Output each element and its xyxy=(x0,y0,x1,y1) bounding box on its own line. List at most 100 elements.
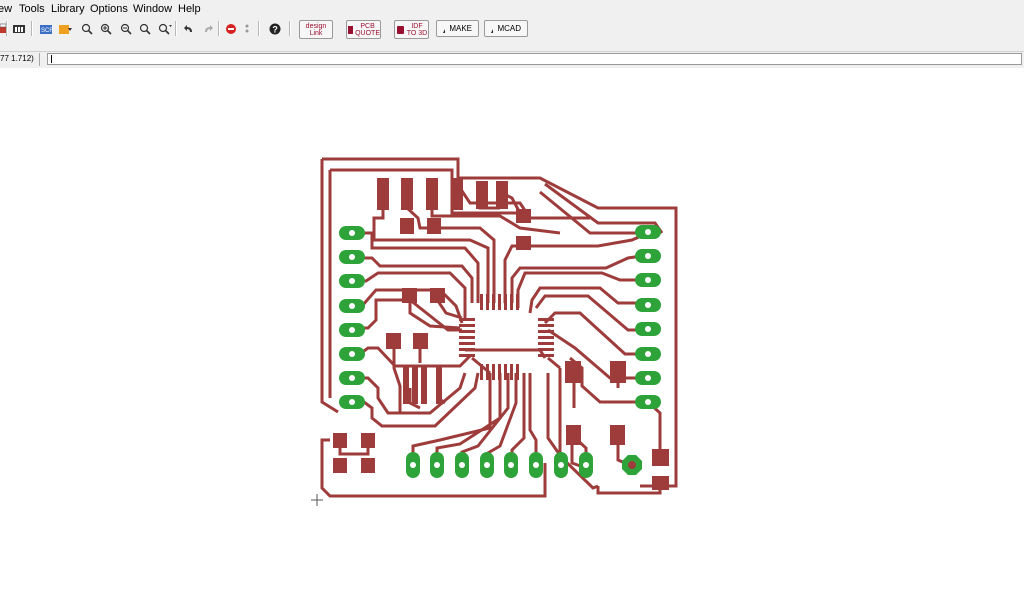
zoom-out-icon[interactable] xyxy=(117,20,134,37)
smd-pad xyxy=(403,366,409,404)
toolbar-separator xyxy=(6,21,8,36)
ic-pin xyxy=(538,348,554,351)
ic-pin xyxy=(459,348,475,351)
script-icon[interactable]: SCR xyxy=(37,20,54,37)
smd-pad xyxy=(496,181,508,209)
svg-text:SCR: SCR xyxy=(41,28,53,34)
menu-options[interactable]: Options xyxy=(90,3,128,15)
menu-view[interactable]: ew xyxy=(0,3,12,15)
smd-pad xyxy=(333,433,347,448)
smd-pad xyxy=(377,178,389,210)
pcb-quote-line1: PCB xyxy=(360,22,375,30)
mcad-button[interactable]: MCAD xyxy=(484,20,528,37)
ic-pin xyxy=(538,354,554,357)
smd-pad xyxy=(401,178,413,210)
smd-pad xyxy=(565,361,581,383)
ic-pin xyxy=(504,364,507,380)
smd-pad xyxy=(413,333,428,349)
toolbar-separator xyxy=(258,21,260,36)
go-icon[interactable] xyxy=(238,20,255,37)
smd-pad xyxy=(610,361,626,383)
menu-window[interactable]: Window xyxy=(133,3,172,15)
ic-pin xyxy=(538,342,554,345)
ic-pin xyxy=(538,336,554,339)
text-caret xyxy=(51,55,52,63)
ic-pin xyxy=(459,354,475,357)
bottom-header-pads xyxy=(406,452,642,478)
coordinate-display: 77 1.712) xyxy=(0,54,34,63)
autodesk-icon xyxy=(491,28,494,33)
ic-pin xyxy=(459,330,475,333)
design-link-button[interactable]: design Link xyxy=(299,20,333,39)
cam-icon[interactable] xyxy=(10,20,27,37)
smd-pad xyxy=(402,288,417,303)
square-pad xyxy=(622,455,642,475)
ic-pin xyxy=(459,336,475,339)
ic-pin xyxy=(538,324,554,327)
ic-pin xyxy=(486,364,489,380)
pcb-quote-icon xyxy=(348,25,354,34)
menu-help[interactable]: Help xyxy=(178,3,201,15)
smd-pad xyxy=(451,178,463,210)
smd-pad xyxy=(386,333,401,349)
ic-pin xyxy=(510,364,513,380)
command-separator xyxy=(39,53,40,66)
pcb-board[interactable] xyxy=(0,68,1024,600)
ic-pin xyxy=(480,294,483,310)
trace-layer xyxy=(320,157,678,498)
menu-library[interactable]: Library xyxy=(51,3,85,15)
zoom-select-icon[interactable] xyxy=(156,20,173,37)
ic-pin xyxy=(459,342,475,345)
ic-pin xyxy=(480,364,483,380)
toolbar-spacer xyxy=(0,39,1024,51)
help-icon[interactable]: ? xyxy=(266,20,283,37)
smd-pad xyxy=(426,178,438,210)
zoom-in-icon[interactable] xyxy=(97,20,114,37)
smd-pad xyxy=(610,425,625,445)
redo-icon[interactable] xyxy=(199,20,216,37)
idf-line1: IDF xyxy=(411,22,423,30)
smd-pad xyxy=(361,458,375,473)
pcb-quote-line2: QUOTE xyxy=(355,29,380,37)
ic-pin xyxy=(510,294,513,310)
make-label: MAKE xyxy=(449,24,472,33)
command-bar: 77 1.712) xyxy=(0,51,1024,69)
smd-pad xyxy=(566,425,581,445)
smd-pad xyxy=(652,449,669,466)
smd-pad xyxy=(421,366,427,404)
ic-pin xyxy=(492,364,495,380)
design-link-line2: Link xyxy=(309,29,323,37)
ic-pin xyxy=(492,294,495,310)
ic-pin xyxy=(538,318,554,321)
menu-bar: ew Tools Library Options Window Help xyxy=(0,0,1024,19)
run-icon[interactable] xyxy=(56,20,73,37)
mcad-label: MCAD xyxy=(497,24,521,33)
smd-pad xyxy=(436,366,442,404)
make-button[interactable]: MAKE xyxy=(436,20,479,37)
pcb-quote-button[interactable]: PCB QUOTE xyxy=(346,20,381,39)
idf-to-3d-button[interactable]: IDF TO 3D xyxy=(394,20,429,39)
zoom-fit-icon[interactable] xyxy=(78,20,95,37)
ic-pin xyxy=(516,364,519,380)
smd-pad xyxy=(516,236,531,250)
smd-pad xyxy=(427,218,441,234)
toolbar-separator xyxy=(218,21,220,36)
smd-pad xyxy=(361,433,375,448)
smd-pad xyxy=(430,288,445,303)
command-input[interactable] xyxy=(47,53,1022,65)
idf-line2: TO 3D xyxy=(406,29,428,37)
ic-pin xyxy=(486,294,489,310)
left-header-pads xyxy=(339,226,365,409)
smd-pad xyxy=(652,476,669,490)
svg-text:?: ? xyxy=(272,24,278,34)
board-canvas[interactable] xyxy=(0,68,1024,600)
autodesk-icon xyxy=(443,28,446,33)
toolbar-separator xyxy=(175,21,177,36)
menu-tools[interactable]: Tools xyxy=(19,3,45,15)
undo-icon[interactable] xyxy=(180,20,197,37)
zoom-previous-icon[interactable] xyxy=(136,20,153,37)
toolbar-separator xyxy=(289,21,291,36)
ic-pin xyxy=(498,294,501,310)
toolbar: SCR ? design Link PCB QUOTE IDF TO 3D MA… xyxy=(0,19,1024,39)
stop-icon[interactable] xyxy=(222,20,239,37)
